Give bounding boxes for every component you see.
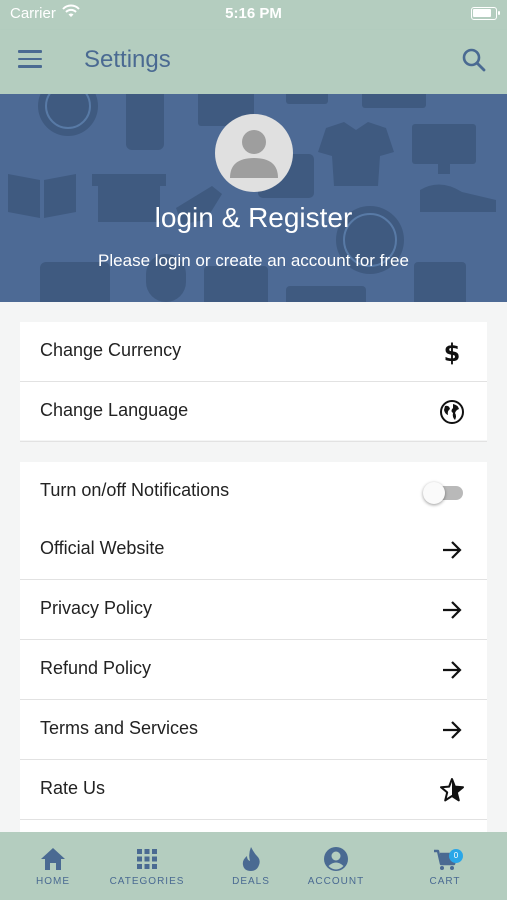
arrow-right-icon (443, 541, 462, 559)
user-icon (230, 130, 278, 178)
bottom-navigation: HOME CATEGORIES DEALS ACCOUNT 0 CART (0, 832, 507, 900)
login-register-subtitle: Please login or create an account for fr… (98, 251, 409, 270)
privacy-policy-row[interactable]: Privacy Policy (20, 580, 487, 640)
menu-bar (18, 57, 42, 60)
login-banner[interactable]: login & Register Please login or create … (0, 94, 507, 302)
nav-label: ACCOUNT (307, 876, 365, 887)
arrow-right-icon (443, 721, 462, 739)
nav-categories[interactable]: CATEGORIES (102, 846, 192, 896)
home-icon (41, 848, 65, 870)
avatar[interactable] (215, 114, 293, 192)
nav-cart[interactable]: 0 CART (400, 846, 490, 896)
notifications-row: Turn on/off Notifications (20, 462, 487, 522)
dollar-icon: $ (444, 339, 461, 365)
row-label: Terms and Services (40, 718, 199, 738)
arrow-right-icon (443, 661, 462, 679)
row-label: Rate Us (40, 778, 106, 798)
nav-deals[interactable]: DEALS (206, 846, 296, 896)
refund-policy-row[interactable]: Refund Policy (20, 640, 487, 700)
row-label: Privacy Policy (40, 598, 153, 618)
menu-button[interactable] (18, 50, 42, 70)
nav-label: HOME (36, 876, 70, 887)
grid-icon (137, 849, 157, 869)
battery-icon (471, 7, 500, 20)
terms-and-services-row[interactable]: Terms and Services (20, 700, 487, 760)
row-label: Change Currency (40, 340, 182, 360)
search-icon[interactable] (461, 47, 487, 73)
official-website-row[interactable]: Official Website (20, 520, 487, 580)
account-icon (324, 847, 348, 871)
menu-bar (18, 50, 42, 53)
flame-icon (242, 847, 260, 871)
change-currency-row[interactable]: Change Currency $ (20, 322, 487, 382)
cart-count-badge: 0 (449, 849, 463, 863)
globe-icon (440, 400, 464, 424)
row-label: Refund Policy (40, 658, 152, 678)
nav-home[interactable]: HOME (8, 846, 98, 896)
nav-label: DEALS (232, 876, 270, 887)
status-time: 5:16 PM (225, 5, 282, 22)
toggle-knob (423, 482, 445, 504)
app-bar: Settings (0, 30, 507, 94)
status-bar: Carrier 5:16 PM (0, 0, 507, 30)
rate-us-row[interactable]: Rate Us (20, 760, 487, 820)
change-language-row[interactable]: Change Language (20, 382, 487, 442)
nav-account[interactable]: ACCOUNT (291, 846, 381, 896)
preferences-card: Change Currency $ Change Language (20, 322, 487, 442)
login-register-title[interactable]: login & Register (0, 202, 507, 234)
notifications-toggle[interactable] (421, 481, 467, 505)
row-label: Official Website (40, 538, 165, 558)
row-label: Turn on/off Notifications (40, 480, 230, 500)
arrow-right-icon (443, 601, 462, 619)
nav-label: CATEGORIES (109, 876, 185, 887)
menu-bar (18, 65, 42, 68)
nav-label: CART (429, 876, 461, 887)
info-card: Turn on/off Notifications Official Websi… (20, 462, 487, 832)
star-icon (440, 778, 464, 802)
row-label: Change Language (40, 400, 189, 420)
svg-text:$: $ (444, 339, 461, 365)
page-title: Settings (84, 46, 171, 73)
